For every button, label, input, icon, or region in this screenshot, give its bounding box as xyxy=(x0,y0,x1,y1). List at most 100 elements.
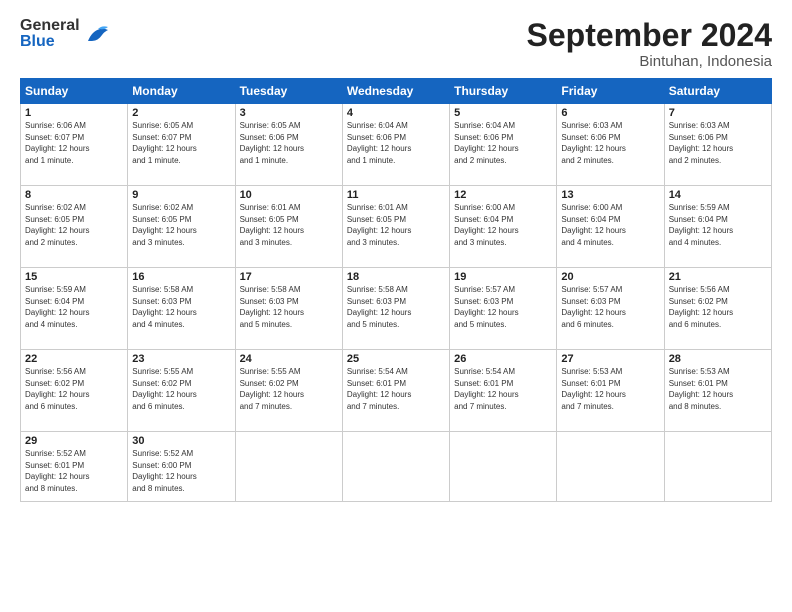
day-number: 23 xyxy=(132,353,230,365)
calendar-page: General Blue September 2024 Bintuhan, In… xyxy=(0,0,792,612)
calendar-cell: 10Sunrise: 6:01 AM Sunset: 6:05 PM Dayli… xyxy=(235,186,342,268)
day-number: 29 xyxy=(25,435,123,447)
month-title: September 2024 xyxy=(527,18,772,53)
calendar-cell: 22Sunrise: 5:56 AM Sunset: 6:02 PM Dayli… xyxy=(21,350,128,432)
cell-info: Sunrise: 6:00 AM Sunset: 6:04 PM Dayligh… xyxy=(454,202,552,248)
day-number: 20 xyxy=(561,271,659,283)
calendar-cell: 3Sunrise: 6:05 AM Sunset: 6:06 PM Daylig… xyxy=(235,104,342,186)
calendar-cell: 11Sunrise: 6:01 AM Sunset: 6:05 PM Dayli… xyxy=(342,186,449,268)
calendar-cell: 5Sunrise: 6:04 AM Sunset: 6:06 PM Daylig… xyxy=(450,104,557,186)
cell-info: Sunrise: 5:58 AM Sunset: 6:03 PM Dayligh… xyxy=(132,284,230,330)
calendar-cell: 2Sunrise: 6:05 AM Sunset: 6:07 PM Daylig… xyxy=(128,104,235,186)
calendar-cell: 6Sunrise: 6:03 AM Sunset: 6:06 PM Daylig… xyxy=(557,104,664,186)
day-number: 11 xyxy=(347,189,445,201)
day-number: 26 xyxy=(454,353,552,365)
day-number: 4 xyxy=(347,107,445,119)
calendar-cell: 16Sunrise: 5:58 AM Sunset: 6:03 PM Dayli… xyxy=(128,268,235,350)
cell-info: Sunrise: 6:03 AM Sunset: 6:06 PM Dayligh… xyxy=(669,120,767,166)
calendar-body: 1Sunrise: 6:06 AM Sunset: 6:07 PM Daylig… xyxy=(21,104,772,502)
cell-info: Sunrise: 5:56 AM Sunset: 6:02 PM Dayligh… xyxy=(669,284,767,330)
cell-info: Sunrise: 5:58 AM Sunset: 6:03 PM Dayligh… xyxy=(347,284,445,330)
calendar-cell: 8Sunrise: 6:02 AM Sunset: 6:05 PM Daylig… xyxy=(21,186,128,268)
day-number: 5 xyxy=(454,107,552,119)
day-number: 1 xyxy=(25,107,123,119)
day-number: 30 xyxy=(132,435,230,447)
day-number: 19 xyxy=(454,271,552,283)
calendar-cell: 7Sunrise: 6:03 AM Sunset: 6:06 PM Daylig… xyxy=(664,104,771,186)
day-number: 22 xyxy=(25,353,123,365)
day-number: 12 xyxy=(454,189,552,201)
day-number: 13 xyxy=(561,189,659,201)
calendar-cell: 20Sunrise: 5:57 AM Sunset: 6:03 PM Dayli… xyxy=(557,268,664,350)
cell-info: Sunrise: 6:06 AM Sunset: 6:07 PM Dayligh… xyxy=(25,120,123,166)
day-number: 8 xyxy=(25,189,123,201)
calendar-cell xyxy=(664,432,771,502)
logo: General Blue xyxy=(20,18,110,50)
day-number: 6 xyxy=(561,107,659,119)
cell-info: Sunrise: 5:59 AM Sunset: 6:04 PM Dayligh… xyxy=(669,202,767,248)
cell-info: Sunrise: 5:52 AM Sunset: 6:00 PM Dayligh… xyxy=(132,448,230,494)
cell-info: Sunrise: 6:05 AM Sunset: 6:07 PM Dayligh… xyxy=(132,120,230,166)
day-number: 24 xyxy=(240,353,338,365)
weekday-header-tuesday: Tuesday xyxy=(235,79,342,104)
calendar-cell: 18Sunrise: 5:58 AM Sunset: 6:03 PM Dayli… xyxy=(342,268,449,350)
calendar-cell: 13Sunrise: 6:00 AM Sunset: 6:04 PM Dayli… xyxy=(557,186,664,268)
calendar-cell: 17Sunrise: 5:58 AM Sunset: 6:03 PM Dayli… xyxy=(235,268,342,350)
calendar-cell: 24Sunrise: 5:55 AM Sunset: 6:02 PM Dayli… xyxy=(235,350,342,432)
weekday-header-thursday: Thursday xyxy=(450,79,557,104)
calendar-table: SundayMondayTuesdayWednesdayThursdayFrid… xyxy=(20,78,772,502)
weekday-header-monday: Monday xyxy=(128,79,235,104)
cell-info: Sunrise: 5:52 AM Sunset: 6:01 PM Dayligh… xyxy=(25,448,123,494)
cell-info: Sunrise: 5:54 AM Sunset: 6:01 PM Dayligh… xyxy=(347,366,445,412)
day-number: 28 xyxy=(669,353,767,365)
weekday-header-wednesday: Wednesday xyxy=(342,79,449,104)
week-row-3: 22Sunrise: 5:56 AM Sunset: 6:02 PM Dayli… xyxy=(21,350,772,432)
calendar-cell: 19Sunrise: 5:57 AM Sunset: 6:03 PM Dayli… xyxy=(450,268,557,350)
cell-info: Sunrise: 6:00 AM Sunset: 6:04 PM Dayligh… xyxy=(561,202,659,248)
weekday-header-sunday: Sunday xyxy=(21,79,128,104)
calendar-cell: 12Sunrise: 6:00 AM Sunset: 6:04 PM Dayli… xyxy=(450,186,557,268)
cell-info: Sunrise: 5:55 AM Sunset: 6:02 PM Dayligh… xyxy=(240,366,338,412)
calendar-cell: 4Sunrise: 6:04 AM Sunset: 6:06 PM Daylig… xyxy=(342,104,449,186)
location: Bintuhan, Indonesia xyxy=(527,53,772,70)
cell-info: Sunrise: 5:57 AM Sunset: 6:03 PM Dayligh… xyxy=(561,284,659,330)
cell-info: Sunrise: 5:56 AM Sunset: 6:02 PM Dayligh… xyxy=(25,366,123,412)
day-number: 3 xyxy=(240,107,338,119)
day-number: 16 xyxy=(132,271,230,283)
calendar-cell: 25Sunrise: 5:54 AM Sunset: 6:01 PM Dayli… xyxy=(342,350,449,432)
day-number: 25 xyxy=(347,353,445,365)
cell-info: Sunrise: 5:54 AM Sunset: 6:01 PM Dayligh… xyxy=(454,366,552,412)
week-row-0: 1Sunrise: 6:06 AM Sunset: 6:07 PM Daylig… xyxy=(21,104,772,186)
calendar-cell xyxy=(342,432,449,502)
day-number: 2 xyxy=(132,107,230,119)
calendar-cell: 15Sunrise: 5:59 AM Sunset: 6:04 PM Dayli… xyxy=(21,268,128,350)
calendar-cell xyxy=(235,432,342,502)
cell-info: Sunrise: 6:04 AM Sunset: 6:06 PM Dayligh… xyxy=(454,120,552,166)
calendar-cell: 27Sunrise: 5:53 AM Sunset: 6:01 PM Dayli… xyxy=(557,350,664,432)
calendar-cell: 28Sunrise: 5:53 AM Sunset: 6:01 PM Dayli… xyxy=(664,350,771,432)
calendar-cell: 26Sunrise: 5:54 AM Sunset: 6:01 PM Dayli… xyxy=(450,350,557,432)
header: General Blue September 2024 Bintuhan, In… xyxy=(20,18,772,70)
logo-bird-icon xyxy=(84,23,110,45)
cell-info: Sunrise: 6:01 AM Sunset: 6:05 PM Dayligh… xyxy=(347,202,445,248)
calendar-cell: 9Sunrise: 6:02 AM Sunset: 6:05 PM Daylig… xyxy=(128,186,235,268)
weekday-header-friday: Friday xyxy=(557,79,664,104)
title-block: September 2024 Bintuhan, Indonesia xyxy=(527,18,772,70)
weekday-header-saturday: Saturday xyxy=(664,79,771,104)
day-number: 17 xyxy=(240,271,338,283)
day-number: 14 xyxy=(669,189,767,201)
week-row-2: 15Sunrise: 5:59 AM Sunset: 6:04 PM Dayli… xyxy=(21,268,772,350)
weekday-header-row: SundayMondayTuesdayWednesdayThursdayFrid… xyxy=(21,79,772,104)
calendar-cell: 29Sunrise: 5:52 AM Sunset: 6:01 PM Dayli… xyxy=(21,432,128,502)
day-number: 18 xyxy=(347,271,445,283)
cell-info: Sunrise: 5:53 AM Sunset: 6:01 PM Dayligh… xyxy=(561,366,659,412)
cell-info: Sunrise: 5:57 AM Sunset: 6:03 PM Dayligh… xyxy=(454,284,552,330)
day-number: 7 xyxy=(669,107,767,119)
day-number: 15 xyxy=(25,271,123,283)
cell-info: Sunrise: 6:03 AM Sunset: 6:06 PM Dayligh… xyxy=(561,120,659,166)
calendar-cell: 21Sunrise: 5:56 AM Sunset: 6:02 PM Dayli… xyxy=(664,268,771,350)
cell-info: Sunrise: 6:01 AM Sunset: 6:05 PM Dayligh… xyxy=(240,202,338,248)
cell-info: Sunrise: 6:02 AM Sunset: 6:05 PM Dayligh… xyxy=(132,202,230,248)
cell-info: Sunrise: 6:02 AM Sunset: 6:05 PM Dayligh… xyxy=(25,202,123,248)
cell-info: Sunrise: 5:58 AM Sunset: 6:03 PM Dayligh… xyxy=(240,284,338,330)
